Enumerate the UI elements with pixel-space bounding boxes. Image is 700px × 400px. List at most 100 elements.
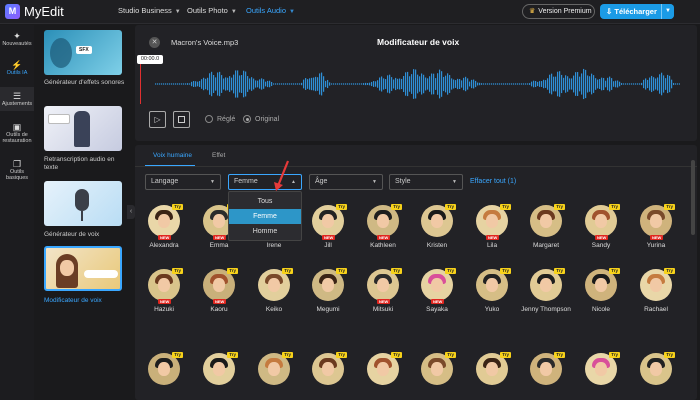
voice-card[interactable]: Try Megumi — [302, 268, 354, 314]
playhead-time: 00:00.0 — [137, 55, 163, 64]
nav-studio-business[interactable]: Studio Business ▼ — [118, 6, 181, 15]
try-badge[interactable]: Try — [609, 204, 620, 210]
nav-outils-audio[interactable]: Outils Audio ▼ — [246, 6, 295, 15]
try-badge[interactable]: Try — [445, 352, 456, 358]
voice-card[interactable]: Try NEW Sayaka — [411, 268, 463, 314]
try-badge[interactable]: Try — [282, 352, 293, 358]
voice-card[interactable]: Try — [248, 352, 300, 385]
voice-card[interactable]: Try Jenny Thompson — [520, 268, 572, 314]
voice-card[interactable]: Try NEW Alexandra — [138, 204, 190, 250]
try-badge[interactable]: Try — [554, 268, 565, 274]
collapse-panel-chevron-icon[interactable]: ‹ — [127, 205, 135, 219]
filter-style-select[interactable]: Style ▼ — [389, 174, 463, 190]
try-badge[interactable]: Try — [554, 204, 565, 210]
try-badge[interactable]: Try — [609, 352, 620, 358]
try-badge[interactable]: Try — [172, 268, 183, 274]
try-badge[interactable]: Try — [336, 268, 347, 274]
try-badge[interactable]: Try — [227, 352, 238, 358]
try-badge[interactable]: Try — [554, 352, 565, 358]
try-badge[interactable]: Try — [500, 204, 511, 210]
leftnav-item-ajustements[interactable]: ☰ Ajustements — [0, 91, 34, 108]
voice-card[interactable]: Try — [575, 352, 627, 385]
voice-card[interactable]: Try — [193, 352, 245, 385]
try-badge[interactable]: Try — [391, 204, 402, 210]
try-badge[interactable]: Try — [391, 268, 402, 274]
leftnav-item-outils-ia[interactable]: ⚡ Outils IA — [0, 61, 34, 77]
try-badge[interactable]: Try — [500, 268, 511, 274]
voice-card[interactable]: Try Yuko — [466, 268, 518, 314]
close-icon[interactable]: ✕ — [149, 37, 160, 48]
tool-card-voice-generator[interactable] — [44, 181, 122, 226]
try-badge[interactable]: Try — [500, 352, 511, 358]
voice-card[interactable]: Try NEW Yurina — [630, 204, 682, 250]
try-badge[interactable]: Try — [227, 268, 238, 274]
clear-all-link[interactable]: Effacer tout (1) — [470, 178, 516, 185]
try-badge[interactable]: Try — [664, 268, 675, 274]
voice-card[interactable]: Try — [520, 352, 572, 385]
tool-card-transcription[interactable] — [44, 106, 122, 151]
restore-icon: ▣ — [12, 122, 22, 132]
dropdown-option-femme[interactable]: Femme — [229, 209, 301, 224]
myedit-logo-icon[interactable]: M — [5, 4, 20, 19]
leftnav-item-basiques[interactable]: ❐ Outils basiques — [0, 160, 34, 182]
voice-name: Sayaka — [426, 306, 448, 313]
try-badge[interactable]: Try — [445, 268, 456, 274]
voice-card[interactable]: Try — [630, 352, 682, 385]
leftnav-item-restauration[interactable]: ▣ Outils de restauration — [0, 122, 34, 145]
voice-card[interactable]: Try Nicole — [575, 268, 627, 314]
file-name: Macron's Voice.mp3 — [171, 38, 239, 47]
audio-waveform[interactable] — [155, 67, 680, 101]
try-badge[interactable]: Try — [664, 352, 675, 358]
try-badge[interactable]: Try — [664, 204, 675, 210]
tab-effet[interactable]: Effet — [212, 152, 225, 159]
filter-age-select[interactable]: Âge ▼ — [309, 174, 383, 190]
voice-card[interactable]: Try Keiko — [248, 268, 300, 314]
voice-card[interactable]: Try — [138, 352, 190, 385]
try-badge[interactable]: Try — [336, 352, 347, 358]
app-name[interactable]: MyEdit — [24, 4, 64, 19]
voice-card[interactable]: Try NEW Lila — [466, 204, 518, 250]
tool-card-sfx[interactable]: SFX — [44, 30, 122, 75]
voice-card[interactable]: Try NEW Hazuki — [138, 268, 190, 314]
avatar: Try NEW — [476, 204, 511, 240]
voice-card[interactable]: Try Rachael — [630, 268, 682, 314]
tool-card-voice-changer[interactable] — [44, 246, 122, 291]
radio-regle[interactable]: Réglé — [205, 115, 235, 123]
voice-card[interactable]: Try NEW Sandy — [575, 204, 627, 250]
play-icon[interactable]: ▷ — [149, 111, 166, 128]
try-badge[interactable]: Try — [172, 204, 183, 210]
voice-card[interactable]: Try Margaret — [520, 204, 572, 250]
nav-outils-photo[interactable]: Outils Photo ▼ — [187, 6, 237, 15]
voice-card[interactable]: Try NEW Jill — [302, 204, 354, 250]
leftnav-item-nouveautes[interactable]: ✦ Nouveautés — [0, 32, 34, 48]
radio-original[interactable]: Original — [243, 115, 279, 123]
try-badge[interactable]: Try — [445, 204, 456, 210]
voice-card[interactable]: Try Kristen — [411, 204, 463, 250]
tab-voix-humaine[interactable]: Voix humaine — [153, 152, 192, 159]
try-badge[interactable]: Try — [336, 204, 347, 210]
voice-card[interactable]: Try — [302, 352, 354, 385]
try-badge[interactable]: Try — [391, 352, 402, 358]
try-badge[interactable]: Try — [172, 352, 183, 358]
new-badge: NEW — [377, 299, 391, 304]
voice-card[interactable]: Try — [411, 352, 463, 385]
filter-langage-select[interactable]: Langage ▼ — [145, 174, 221, 190]
try-badge[interactable]: Try — [609, 268, 620, 274]
playhead-line[interactable] — [140, 64, 141, 104]
voice-card[interactable]: Try — [466, 352, 518, 385]
sliders-icon: ☰ — [12, 91, 22, 101]
new-badge: NEW — [486, 235, 500, 240]
voice-card[interactable]: Try NEW Kaoru — [193, 268, 245, 314]
library-scrollbar[interactable] — [691, 160, 695, 235]
voice-card[interactable]: Try NEW Kathleen — [357, 204, 409, 250]
new-badge: NEW — [595, 235, 609, 240]
voice-card[interactable]: Try — [357, 352, 409, 385]
dropdown-option-homme[interactable]: Homme — [229, 224, 301, 239]
left-nav: ✦ Nouveautés ⚡ Outils IA ☰ Ajustements ▣ Out… — [0, 25, 34, 400]
voice-card[interactable]: Try NEW Mitsuki — [357, 268, 409, 314]
download-options-chevron-icon[interactable]: ▼ — [661, 4, 674, 19]
stop-icon[interactable] — [173, 111, 190, 128]
try-badge[interactable]: Try — [282, 268, 293, 274]
premium-button[interactable]: ♛ Version Premium — [522, 4, 595, 19]
dropdown-option-tous[interactable]: Tous — [229, 194, 301, 209]
